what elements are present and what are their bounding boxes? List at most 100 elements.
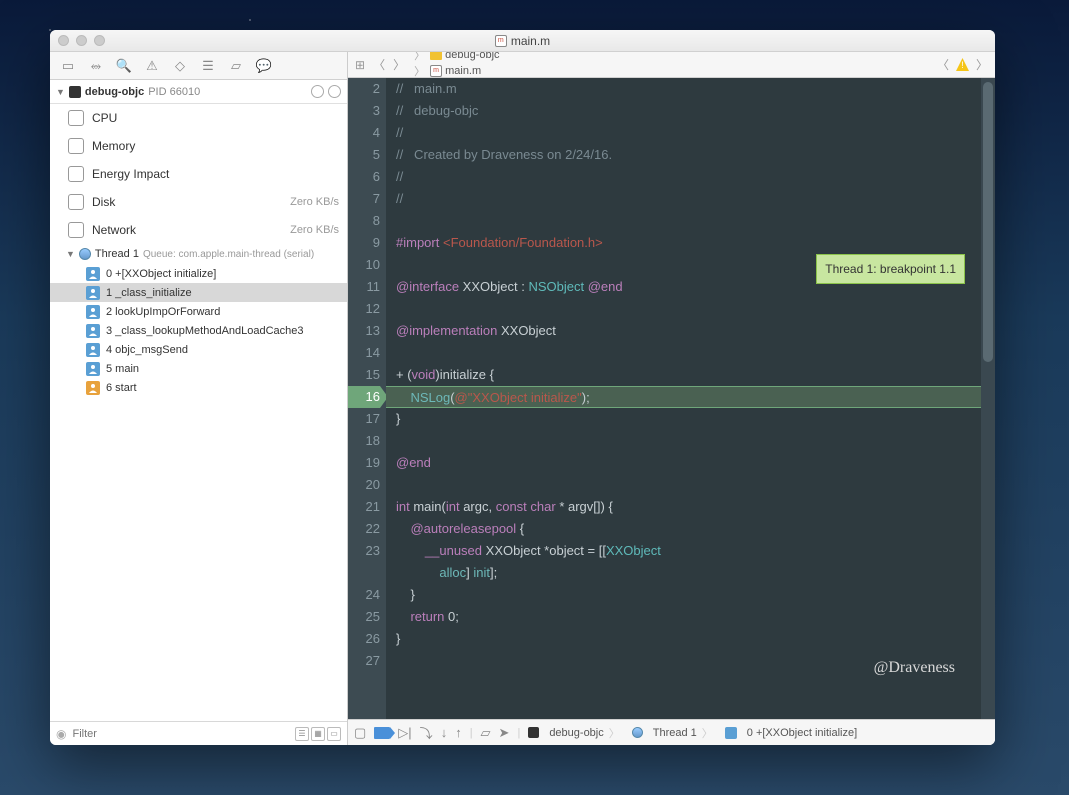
zoom-icon[interactable] [94, 35, 105, 46]
code-line[interactable]: @end [396, 452, 995, 474]
view-debug-icon[interactable]: ▱ [481, 725, 491, 741]
scrollbar-thumb[interactable] [983, 82, 993, 362]
step-out-icon[interactable]: ↑ [455, 725, 462, 740]
gauge-row-energy[interactable]: Energy Impact [50, 160, 347, 188]
code-line[interactable]: // [396, 166, 995, 188]
related-items-icon[interactable]: ⊞ [352, 58, 368, 72]
code-line[interactable]: __unused XXObject *object = [[XXObject [396, 540, 995, 562]
code-line[interactable]: @implementation XXObject [396, 320, 995, 342]
chevron-down-icon[interactable]: ▼ [56, 87, 65, 97]
gauge-row-cpu[interactable]: CPU [50, 104, 347, 132]
app-icon [528, 727, 539, 738]
code-line[interactable]: alloc] init]; [396, 562, 995, 584]
report-icon[interactable]: 💬 [256, 58, 272, 74]
code-line[interactable] [396, 474, 995, 496]
file-icon: m [430, 65, 442, 77]
net-icon [68, 222, 84, 238]
forward-icon[interactable]: 〉 [390, 56, 408, 73]
filter-opt-3-icon[interactable]: ▭ [327, 727, 341, 741]
debug-navigator: ▭ ⥈ 🔍 ⚠ ◇ ☰ ▱ 💬 ▼ debug-objc PID 66010 C [50, 52, 348, 745]
traffic-lights[interactable] [58, 35, 105, 46]
code-line[interactable]: // [396, 122, 995, 144]
code-line[interactable] [396, 342, 995, 364]
search-icon[interactable]: 🔍 [116, 58, 132, 74]
code-line[interactable]: } [396, 628, 995, 650]
cpu-icon [68, 110, 84, 126]
stack-frame-row[interactable]: 6 start [50, 378, 347, 397]
thread-icon [79, 248, 91, 260]
step-over-icon[interactable]: ⤵ [420, 723, 433, 742]
chevron-down-icon[interactable]: ▼ [66, 249, 75, 259]
location-icon[interactable]: ➤ [499, 725, 510, 741]
stack-frame-row[interactable]: 0 +[XXObject initialize] [50, 264, 347, 283]
debug-frame-crumb[interactable]: 0 +[XXObject initialize] [745, 727, 859, 739]
code-line[interactable]: // debug-objc [396, 100, 995, 122]
breakpoint-annotation: Thread 1: breakpoint 1.1 [816, 254, 965, 284]
gauge-row-mem[interactable]: Memory [50, 132, 347, 160]
test-icon[interactable]: ◇ [172, 58, 188, 74]
stack-frame-row[interactable]: 4 objc_msgSend [50, 340, 347, 359]
issue-icon[interactable]: ⚠ [144, 58, 160, 74]
breadcrumb-item[interactable]: 〉debug-objc [410, 52, 501, 63]
gauge-row-net[interactable]: NetworkZero KB/s [50, 216, 347, 244]
line-gutter[interactable]: 2345678910111213141516171819202122232425… [348, 78, 386, 719]
step-in-icon[interactable]: ↓ [441, 725, 448, 740]
code-line[interactable] [396, 430, 995, 452]
code-line[interactable]: + (void)initialize { [396, 364, 995, 386]
disk-icon [68, 194, 84, 210]
symbol-icon[interactable]: ⥈ [88, 58, 104, 74]
code-line[interactable]: return 0; [396, 606, 995, 628]
hide-debug-icon[interactable]: ▢ [354, 725, 366, 741]
code-line[interactable]: // main.m [396, 78, 995, 100]
code-line[interactable]: @autoreleasepool { [396, 518, 995, 540]
frame-icon [86, 286, 100, 300]
next-issue-icon[interactable]: 〉 [973, 56, 991, 73]
debug-thread-crumb[interactable]: Thread 1〉 [651, 725, 717, 741]
editor-area: ⊞ 〈 〉 objc〉debug-objc〉mmain.m〉No Selecti… [348, 52, 995, 745]
window-title: m main.m [495, 34, 550, 48]
jump-bar[interactable]: ⊞ 〈 〉 objc〉debug-objc〉mmain.m〉No Selecti… [348, 52, 995, 78]
filter-opt-1-icon[interactable]: ☰ [295, 727, 309, 741]
breadcrumb-item[interactable]: 〉mmain.m [410, 63, 501, 79]
thread-row[interactable]: ▼ Thread 1 Queue: com.apple.main-thread … [50, 244, 347, 264]
close-icon[interactable] [58, 35, 69, 46]
debug-process-crumb[interactable]: debug-objc〉 [547, 725, 623, 741]
code-line[interactable]: NSLog(@"XXObject initialize"); [386, 386, 995, 408]
folder-icon[interactable]: ▭ [60, 58, 76, 74]
thread-icon [632, 727, 643, 738]
frame-icon [86, 362, 100, 376]
code-line[interactable]: #import <Foundation/Foundation.h> [396, 232, 995, 254]
back-icon[interactable]: 〈 [370, 56, 388, 73]
frame-icon [86, 324, 100, 338]
warning-icon[interactable]: ! [956, 58, 969, 71]
stack-frame-row[interactable]: 2 lookUpImpOrForward [50, 302, 347, 321]
continue-icon[interactable]: ▷| [398, 725, 411, 741]
breakpoints-toggle-icon[interactable] [374, 727, 390, 739]
code-line[interactable]: } [396, 584, 995, 606]
code-line[interactable]: int main(int argc, const char * argv[]) … [396, 496, 995, 518]
code-line[interactable] [396, 298, 995, 320]
titlebar[interactable]: m main.m [50, 30, 995, 52]
stack-frame-row[interactable]: 1 _class_initialize [50, 283, 347, 302]
stack-frame-row[interactable]: 3 _class_lookupMethodAndLoadCache3 [50, 321, 347, 340]
view-options-icon-2[interactable] [328, 85, 341, 98]
filter-input[interactable] [72, 728, 289, 740]
prev-issue-icon[interactable]: 〈 [934, 56, 952, 73]
stack-frame-row[interactable]: 5 main [50, 359, 347, 378]
code-line[interactable]: // Created by Draveness on 2/24/16. [396, 144, 995, 166]
file-icon: m [495, 35, 507, 47]
filter-opt-2-icon[interactable]: ▦ [311, 727, 325, 741]
process-row[interactable]: ▼ debug-objc PID 66010 [50, 80, 347, 104]
scrollbar[interactable] [981, 78, 995, 719]
filter-icon[interactable]: ◉ [56, 727, 66, 741]
code-line[interactable]: } [396, 408, 995, 430]
energy-icon [68, 166, 84, 182]
gauge-row-disk[interactable]: DiskZero KB/s [50, 188, 347, 216]
minimize-icon[interactable] [76, 35, 87, 46]
code-line[interactable] [396, 210, 995, 232]
code-editor[interactable]: 2345678910111213141516171819202122232425… [348, 78, 995, 719]
view-options-icon[interactable] [311, 85, 324, 98]
debug-icon[interactable]: ☰ [200, 58, 216, 74]
breakpoint-icon[interactable]: ▱ [228, 58, 244, 74]
code-line[interactable]: // [396, 188, 995, 210]
